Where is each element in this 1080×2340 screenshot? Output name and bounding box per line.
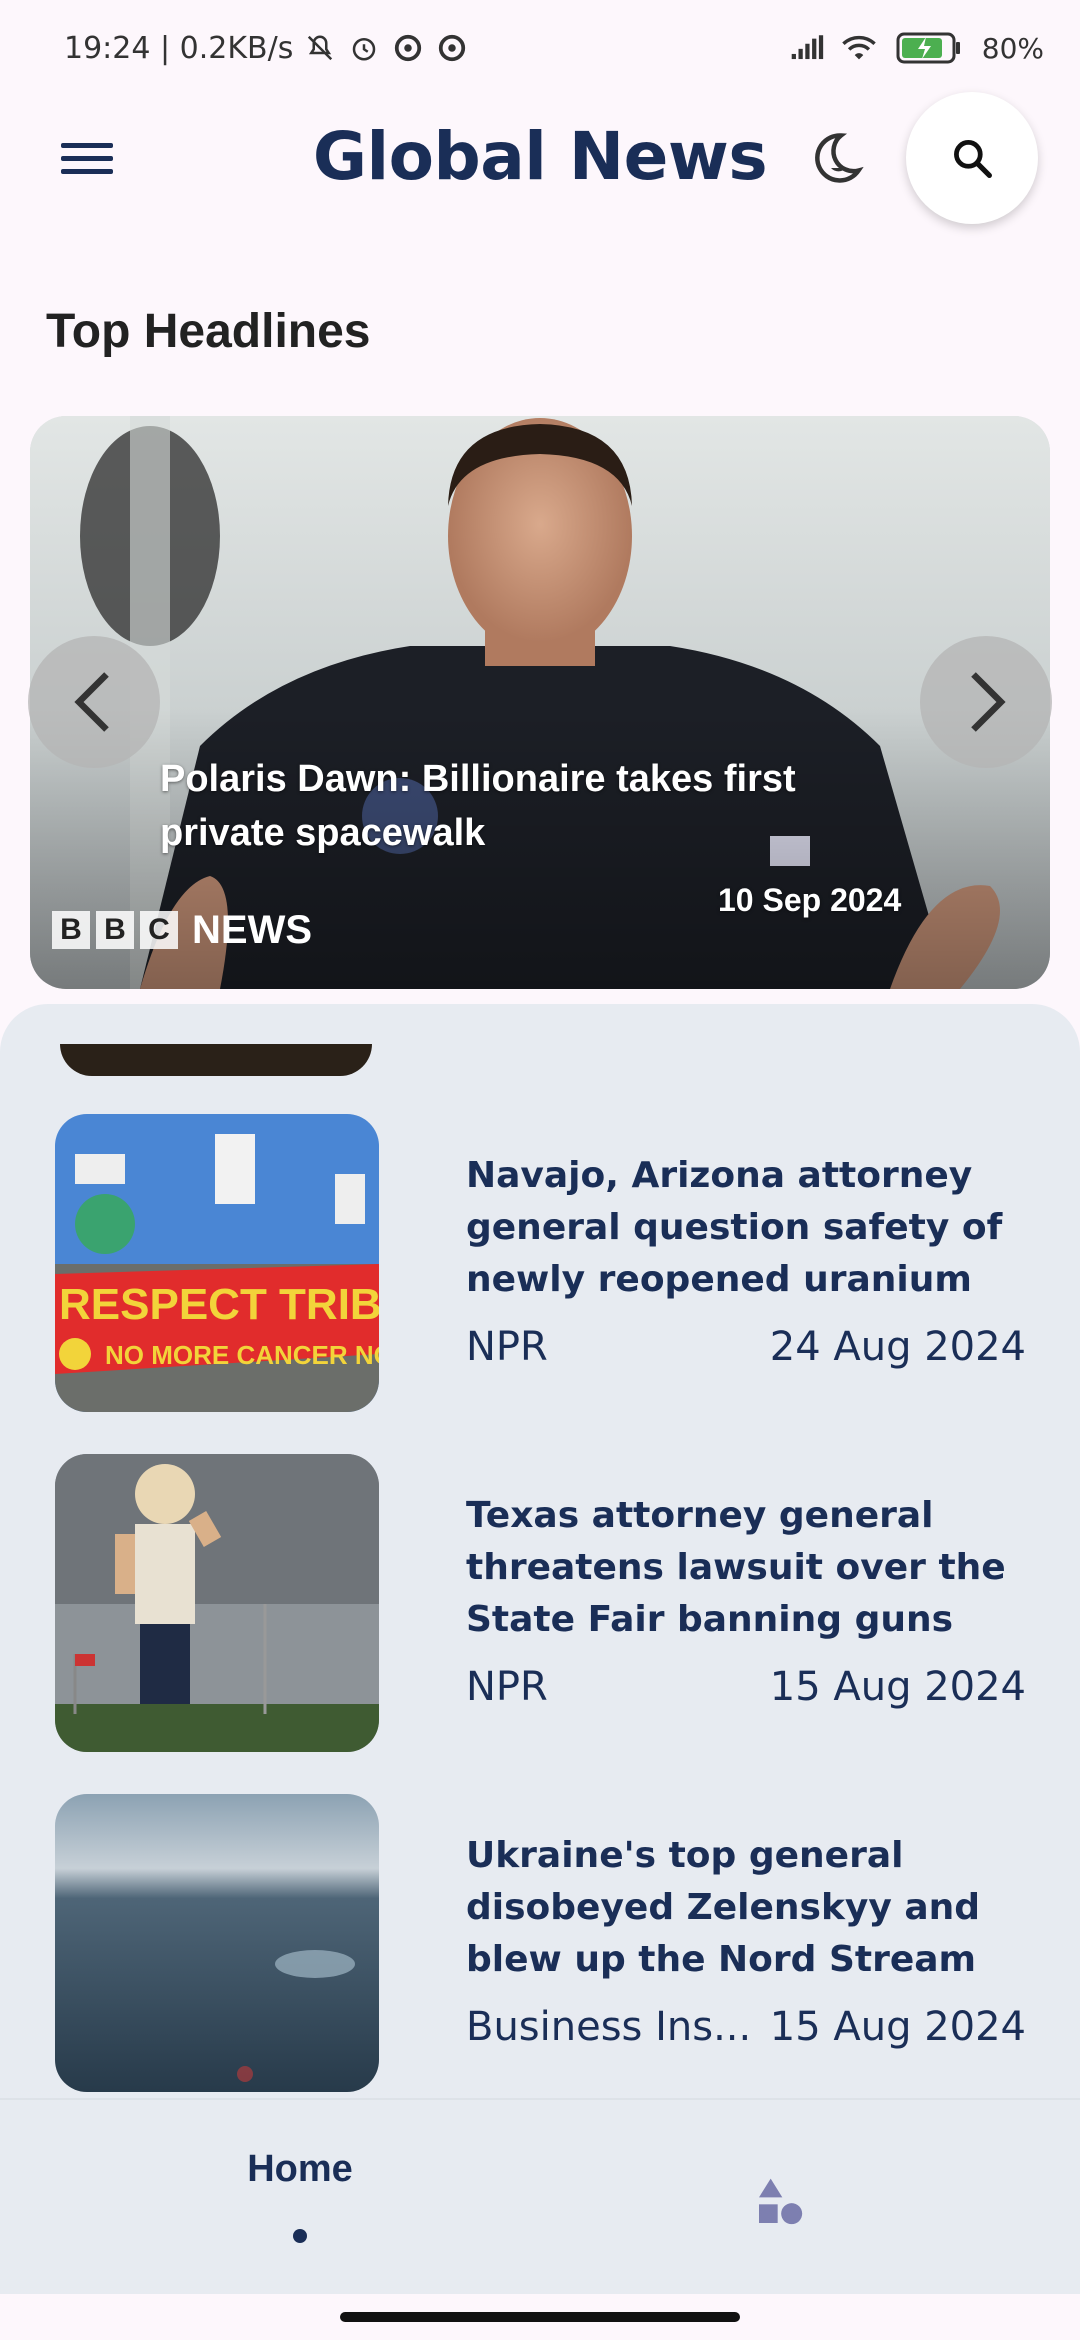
nav-home[interactable]: Home [180, 2136, 420, 2266]
status-left: 19:24 | 0.2KB/s [64, 31, 469, 66]
home-indicator[interactable] [340, 2312, 740, 2322]
signal-icon [790, 31, 824, 65]
moon-icon [815, 133, 864, 183]
logo-word: NEWS [192, 907, 312, 952]
bottom-navigation: Home [0, 2098, 1080, 2294]
app-notification-icon [391, 31, 425, 65]
nav-categories[interactable] [740, 2162, 820, 2242]
carousel-headline: Polaris Dawn: Billionaire takes first pr… [160, 758, 796, 854]
source-logo: B B C NEWS [52, 900, 312, 960]
article-thumbnail: RESPECT TRIBAL SOVE NO MORE CANCER NO MO… [55, 1114, 379, 1412]
article-source: Business Ins... [466, 2004, 752, 2050]
logo-letter: C [140, 911, 178, 949]
search-button[interactable] [906, 92, 1038, 224]
article-date: 24 Aug 2024 [769, 1324, 1026, 1370]
list-item[interactable]: Ukraine's top general disobeyed Zelensky… [0, 1794, 1080, 2094]
banner-text: RESPECT TRIBAL SOVE [59, 1280, 379, 1329]
article-thumbnail [55, 1794, 379, 2092]
article-thumbnail [55, 1454, 379, 1752]
banner-text: NO MORE CANCER NO MORE [105, 1340, 379, 1370]
carousel-date: 10 Sep 2024 [718, 882, 902, 918]
status-time-speed: 19:24 | 0.2KB/s [64, 30, 294, 66]
shapes-icon [759, 2178, 803, 2225]
logo-letter: B [96, 911, 134, 949]
article-source: NPR [466, 1324, 548, 1370]
battery-icon [894, 31, 964, 65]
theme-toggle-button[interactable] [800, 122, 872, 194]
article-date: 15 Aug 2024 [769, 1664, 1026, 1710]
headline-carousel-card[interactable]: Polaris Dawn: Billionaire takes first pr… [30, 416, 1050, 989]
article-title: Navajo, Arizona attorney general questio… [466, 1155, 1003, 1300]
status-bar: 19:24 | 0.2KB/s 80% [0, 0, 1080, 96]
partial-thumbnail [60, 1044, 372, 1076]
logo-letter: B [52, 911, 90, 949]
active-indicator [293, 2229, 307, 2243]
list-item[interactable]: RESPECT TRIBAL SOVE NO MORE CANCER NO MO… [0, 1114, 1080, 1414]
article-date: 15 Aug 2024 [769, 2004, 1026, 2050]
app-bar: Global News [0, 92, 1080, 224]
alarm-icon [347, 31, 381, 65]
article-title: Ukraine's top general disobeyed Zelensky… [466, 1835, 981, 1980]
carousel-next-button[interactable] [920, 636, 1052, 768]
battery-percent: 80% [981, 31, 1044, 65]
chevron-left-icon [74, 672, 109, 732]
news-list[interactable]: RESPECT TRIBAL SOVE NO MORE CANCER NO MO… [0, 1004, 1080, 2100]
chevron-right-icon [971, 672, 1006, 732]
mute-icon [303, 31, 337, 65]
carousel-prev-button[interactable] [28, 636, 160, 768]
list-item[interactable]: Texas attorney general threatens lawsuit… [0, 1454, 1080, 1754]
status-right: 80% [790, 31, 1044, 65]
section-title: Top Headlines [46, 305, 371, 358]
article-title: Texas attorney general threatens lawsuit… [466, 1495, 1006, 1640]
app-notification-icon [435, 31, 469, 65]
article-source: NPR [466, 1664, 548, 1710]
wifi-icon [842, 31, 876, 65]
search-icon [954, 140, 992, 178]
nav-home-label: Home [247, 2148, 353, 2190]
